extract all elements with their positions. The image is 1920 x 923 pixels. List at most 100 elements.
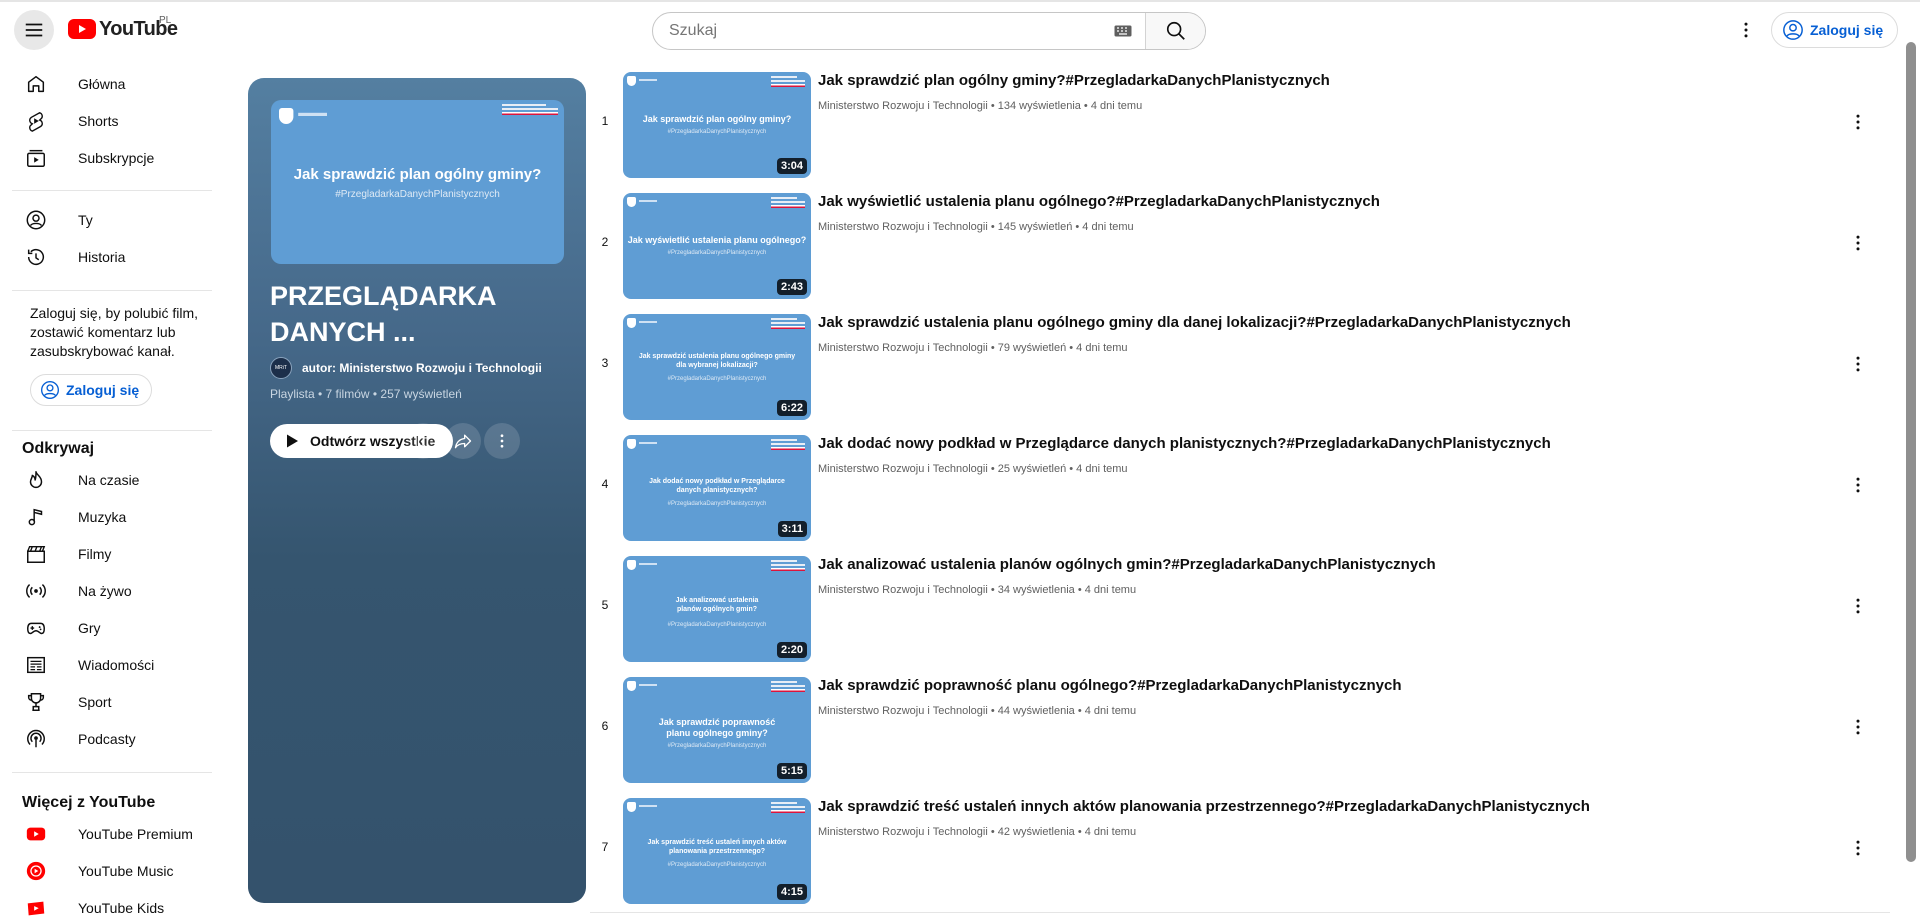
video-menu-button[interactable] bbox=[1846, 352, 1870, 376]
video-duration: 3:04 bbox=[776, 158, 807, 174]
thumbnail-title: Jak sprawdzić ustalenia planu ogólnego g… bbox=[638, 353, 796, 369]
search-button[interactable] bbox=[1145, 13, 1205, 49]
sidebar-item-trending[interactable]: Na czasie bbox=[12, 462, 212, 498]
share-icon bbox=[454, 434, 472, 449]
page-scrollbar[interactable] bbox=[1906, 42, 1916, 862]
video-duration: 2:20 bbox=[776, 642, 807, 658]
video-thumbnail[interactable]: Jak wyświetlić ustalenia planu ogólnego?… bbox=[623, 193, 811, 299]
video-title[interactable]: Jak sprawdzić poprawność planu ogólnego?… bbox=[818, 677, 1402, 694]
sidebar-item-youtube-music[interactable]: YouTube Music bbox=[12, 853, 212, 889]
sidebar-item-label: Gry bbox=[78, 620, 101, 636]
video-index: 3 bbox=[601, 356, 609, 370]
playlist-thumbnail-tag: #PrzegladarkaDanychPlanistycznych bbox=[335, 189, 500, 200]
user-circle-icon bbox=[24, 208, 48, 232]
thumbnail-tag: #PrzegladarkaDanychPlanistycznych bbox=[667, 129, 767, 135]
sidebar-item-subscriptions[interactable]: Subskrypcje bbox=[12, 140, 212, 176]
settings-menu-button[interactable] bbox=[1726, 10, 1766, 50]
video-index: 1 bbox=[601, 114, 609, 128]
video-menu-button[interactable] bbox=[1846, 715, 1870, 739]
sidebar-item-sport[interactable]: Sport bbox=[12, 684, 212, 720]
sign-in-label: Zaloguj się bbox=[66, 382, 140, 398]
history-icon bbox=[24, 245, 48, 269]
playlist-thumbnail[interactable]: Jak sprawdzić plan ogólny gminy? #Przegl… bbox=[271, 100, 564, 264]
video-menu-button[interactable] bbox=[1846, 231, 1870, 255]
video-index: 5 bbox=[601, 598, 609, 612]
sidebar-item-youtube-premium[interactable]: YouTube Premium bbox=[12, 816, 212, 852]
video-title[interactable]: Jak sprawdzić ustalenia planu ogólnego g… bbox=[818, 314, 1571, 331]
video-row[interactable]: 1 Jak sprawdzić plan ogólny gminy? #Prze… bbox=[596, 70, 1886, 180]
sidebar-item-movies[interactable]: Filmy bbox=[12, 536, 212, 572]
video-meta: Ministerstwo Rozwoju i Technologii • 79 … bbox=[818, 342, 1128, 354]
keyboard-button[interactable] bbox=[1101, 13, 1145, 49]
playlist-author[interactable]: MRiT autor: Ministerstwo Rozwoju i Techn… bbox=[270, 357, 542, 379]
thumbnail-title: Jak dodać nowy podkład w Przeglądarce da… bbox=[649, 478, 785, 494]
video-title[interactable]: Jak sprawdzić treść ustaleń innych aktów… bbox=[818, 798, 1590, 815]
video-row[interactable]: 7 Jak sprawdzić treść ustaleń innych akt… bbox=[596, 796, 1886, 906]
ministry-emblem-icon bbox=[627, 76, 657, 86]
country-code: PL bbox=[159, 15, 172, 26]
video-thumbnail[interactable]: Jak sprawdzić ustalenia planu ogólnego g… bbox=[623, 314, 811, 420]
video-menu-button[interactable] bbox=[1846, 473, 1870, 497]
video-title[interactable]: Jak analizować ustalenia planów ogólnych… bbox=[818, 556, 1436, 573]
clapperboard-icon bbox=[24, 542, 48, 566]
newspaper-icon bbox=[24, 653, 48, 677]
sidebar-item-live[interactable]: Na żywo bbox=[12, 573, 212, 609]
ministry-emblem-icon bbox=[627, 802, 657, 812]
sidebar-item-label: Sport bbox=[78, 694, 112, 710]
video-thumbnail[interactable]: Jak analizować ustalenia planów ogólnych… bbox=[623, 556, 811, 662]
sidebar-item-label: Shorts bbox=[78, 113, 119, 129]
ministry-emblem-icon bbox=[627, 560, 657, 570]
video-title[interactable]: Jak wyświetlić ustalenia planu ogólnego?… bbox=[818, 193, 1380, 210]
sidebar-item-news[interactable]: Wiadomości bbox=[12, 647, 212, 683]
sidebar-item-label: Podcasty bbox=[78, 731, 136, 747]
video-row[interactable]: 4 Jak dodać nowy podkład w Przeglądarce … bbox=[596, 433, 1886, 543]
video-index: 7 bbox=[601, 840, 609, 854]
playlist-more-button[interactable] bbox=[484, 423, 520, 459]
sidebar-item-home[interactable]: Główna bbox=[12, 66, 212, 102]
more-vertical-icon bbox=[1856, 114, 1860, 130]
more-vertical-icon bbox=[1856, 598, 1860, 614]
sidebar-item-youtube-kids[interactable]: YouTube Kids bbox=[12, 890, 212, 923]
video-duration: 2:43 bbox=[776, 279, 807, 295]
share-button[interactable] bbox=[445, 423, 481, 459]
video-title[interactable]: Jak sprawdzić plan ogólny gminy?#Przegla… bbox=[818, 72, 1330, 89]
video-row[interactable]: 3 Jak sprawdzić ustalenia planu ogólnego… bbox=[596, 312, 1886, 422]
video-thumbnail[interactable]: Jak sprawdzić treść ustaleń innych aktów… bbox=[623, 798, 811, 904]
video-thumbnail[interactable]: Jak dodać nowy podkład w Przeglądarce da… bbox=[623, 435, 811, 541]
search-input[interactable] bbox=[653, 13, 1101, 49]
youtube-music-icon bbox=[24, 859, 48, 883]
video-title[interactable]: Jak dodać nowy podkład w Przeglądarce da… bbox=[818, 435, 1551, 452]
video-index: 2 bbox=[601, 235, 609, 249]
video-index: 6 bbox=[601, 719, 609, 733]
sidebar-item-music[interactable]: Muzyka bbox=[12, 499, 212, 535]
video-menu-button[interactable] bbox=[1846, 594, 1870, 618]
sidebar-item-podcasts[interactable]: Podcasty bbox=[12, 721, 212, 757]
sidebar-sign-in-button[interactable]: Zaloguj się bbox=[30, 374, 153, 406]
keyboard-icon bbox=[1114, 25, 1132, 37]
sidebar-item-you[interactable]: Ty bbox=[12, 202, 212, 238]
video-row[interactable]: 5 Jak analizować ustalenia planów ogólny… bbox=[596, 554, 1886, 664]
sidebar-item-gaming[interactable]: Gry bbox=[12, 610, 212, 646]
sidebar-item-shorts[interactable]: Shorts bbox=[12, 103, 212, 139]
video-menu-button[interactable] bbox=[1846, 110, 1870, 134]
video-thumbnail[interactable]: Jak sprawdzić poprawność planu ogólnego … bbox=[623, 677, 811, 783]
video-row[interactable]: 6 Jak sprawdzić poprawność planu ogólneg… bbox=[596, 675, 1886, 785]
sidebar-item-history[interactable]: Historia bbox=[12, 239, 212, 275]
playlist-meta: Playlista • 7 filmów • 257 wyświetleń bbox=[270, 387, 462, 401]
signin-prompt: Zaloguj się, by polubić film, zostawić k… bbox=[30, 305, 199, 359]
sidebar-item-label: Główna bbox=[78, 76, 126, 92]
more-vertical-icon bbox=[1856, 356, 1860, 372]
shorts-icon bbox=[24, 109, 48, 133]
menu-button[interactable] bbox=[14, 10, 54, 50]
ministry-logo-icon bbox=[771, 76, 805, 87]
video-row[interactable]: 2 Jak wyświetlić ustalenia planu ogólneg… bbox=[596, 191, 1886, 301]
more-vertical-icon bbox=[500, 434, 504, 448]
thumbnail-tag: #PrzegladarkaDanychPlanistycznych bbox=[667, 501, 767, 507]
sign-in-button[interactable]: Zaloguj się bbox=[1771, 12, 1899, 48]
save-playlist-button[interactable] bbox=[405, 423, 441, 459]
video-menu-button[interactable] bbox=[1846, 836, 1870, 860]
thumbnail-title: Jak wyświetlić ustalenia planu ogólnego? bbox=[627, 235, 807, 245]
playlist-header-panel: Jak sprawdzić plan ogólny gminy? #Przegl… bbox=[248, 78, 586, 903]
ministry-logo-icon bbox=[771, 681, 805, 692]
video-thumbnail[interactable]: Jak sprawdzić plan ogólny gminy? #Przegl… bbox=[623, 72, 811, 178]
